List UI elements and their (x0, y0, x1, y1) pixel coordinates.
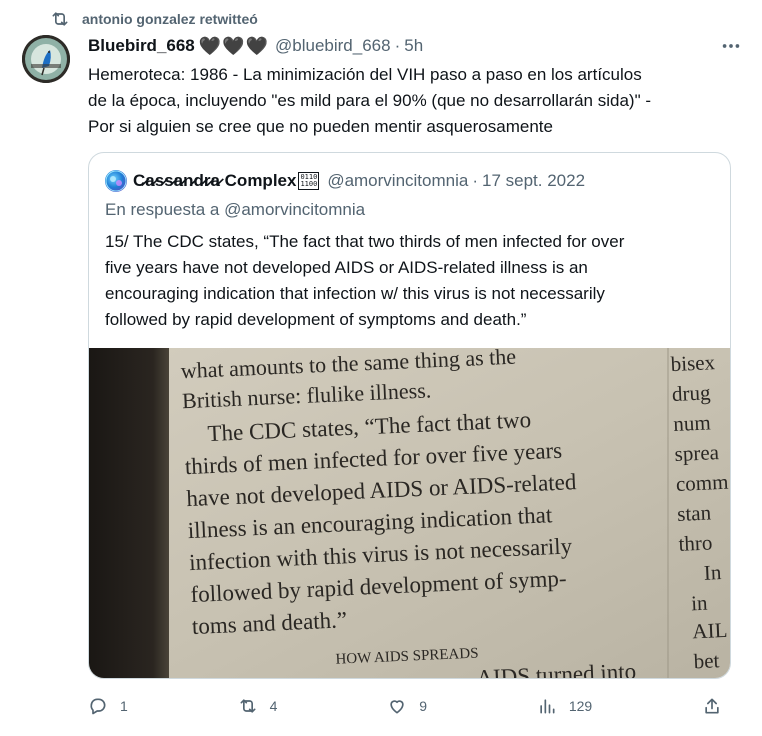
avatar[interactable] (22, 35, 70, 83)
quoted-author-handle: @amorvincitomnia (327, 171, 469, 190)
more-icon (722, 44, 740, 48)
page-line: sprea (674, 440, 720, 466)
quoted-text-line: followed by rapid development of symptom… (105, 310, 527, 329)
quoted-tweet-text: 15/ The CDC states, “The fact that two t… (105, 229, 715, 333)
tweet-text: Hemeroteca: 1986 - La minimización del V… (88, 62, 738, 140)
book-page-photo[interactable]: what amounts to the same thing as the Br… (89, 348, 730, 678)
share-icon (705, 698, 719, 714)
quoted-author-name: C̷a̷s̷s̷a̷n̷d̷r̷a̷ Complex (133, 171, 297, 190)
share-button[interactable] (702, 696, 722, 716)
retweet-icon (240, 699, 256, 713)
retweet-indicator[interactable]: antonio gonzalez retwitteó (50, 8, 258, 30)
author-name[interactable]: Bluebird_668 (88, 36, 195, 56)
tweet-text-line: Hemeroteca: 1986 - La minimización del V… (88, 65, 642, 84)
tweet-text-line: de la época, incluyendo "es mild para el… (88, 91, 652, 110)
reply-button[interactable]: 1 (88, 696, 128, 716)
retweet-button[interactable]: 4 (238, 696, 278, 716)
bluebird-avatar-image (22, 35, 70, 83)
quoted-text-line: five years have not developed AIDS or AI… (105, 258, 588, 277)
page-line: num (673, 410, 711, 436)
tweet-header: Bluebird_668 🖤🖤🖤 @bluebird_668 · 5h (88, 33, 742, 59)
page-line: be (700, 673, 721, 678)
quoted-avatar (105, 170, 127, 192)
quoted-avatar-image (105, 170, 127, 192)
badge-bottom: 1100 (300, 180, 318, 188)
quoted-tweet[interactable]: C̷a̷s̷s̷a̷n̷d̷r̷a̷ Complex 0110 1100 @am… (88, 152, 731, 679)
page-line: In (703, 560, 722, 585)
page-line: bet (693, 648, 720, 673)
page-line: drug (671, 380, 711, 406)
separator-dot: · (394, 36, 401, 55)
tweet-timestamp[interactable]: 5h (404, 36, 423, 56)
retweet-icon (52, 12, 68, 26)
quoted-tweet-header: C̷a̷s̷s̷a̷n̷d̷r̷a̷ Complex 0110 1100 @am… (105, 169, 585, 193)
page-line: in (691, 591, 709, 616)
views-icon (540, 699, 555, 714)
separator-dot: · (472, 171, 479, 190)
author-decoration: 🖤🖤🖤 (198, 35, 270, 56)
reply-icon (90, 698, 106, 715)
heart-icon (390, 700, 404, 714)
author-handle[interactable]: @bluebird_668 (275, 36, 391, 56)
reply-count: 1 (120, 698, 128, 714)
retweeted-by-label: antonio gonzalez retwitteó (82, 11, 258, 27)
tweet-text-line: Por si alguien se cree que no pueden men… (88, 117, 553, 136)
more-options-button[interactable] (714, 36, 748, 56)
retweet-count: 4 (269, 698, 278, 714)
tweet-action-bar: 1 4 9 129 (88, 692, 728, 720)
quoted-tweet-date: 17 sept. 2022 (482, 171, 586, 190)
views-count: 129 (568, 698, 593, 714)
page-line: comm (675, 470, 728, 496)
page-line: thro (678, 530, 713, 555)
quoted-text-line: 15/ The CDC states, “The fact that two t… (105, 232, 625, 251)
page-line: bisex (670, 350, 716, 376)
views-button[interactable]: 129 (537, 696, 592, 716)
like-button[interactable]: 9 (387, 696, 427, 716)
quoted-author-badge: 0110 1100 (298, 172, 320, 190)
like-count: 9 (419, 698, 428, 714)
page-line: AIL (692, 618, 728, 644)
reply-context: En respuesta a @amorvincitomnia (105, 200, 366, 219)
quoted-text-line: encouraging indication that infection w/… (105, 284, 605, 303)
page-line: stan (677, 500, 712, 525)
